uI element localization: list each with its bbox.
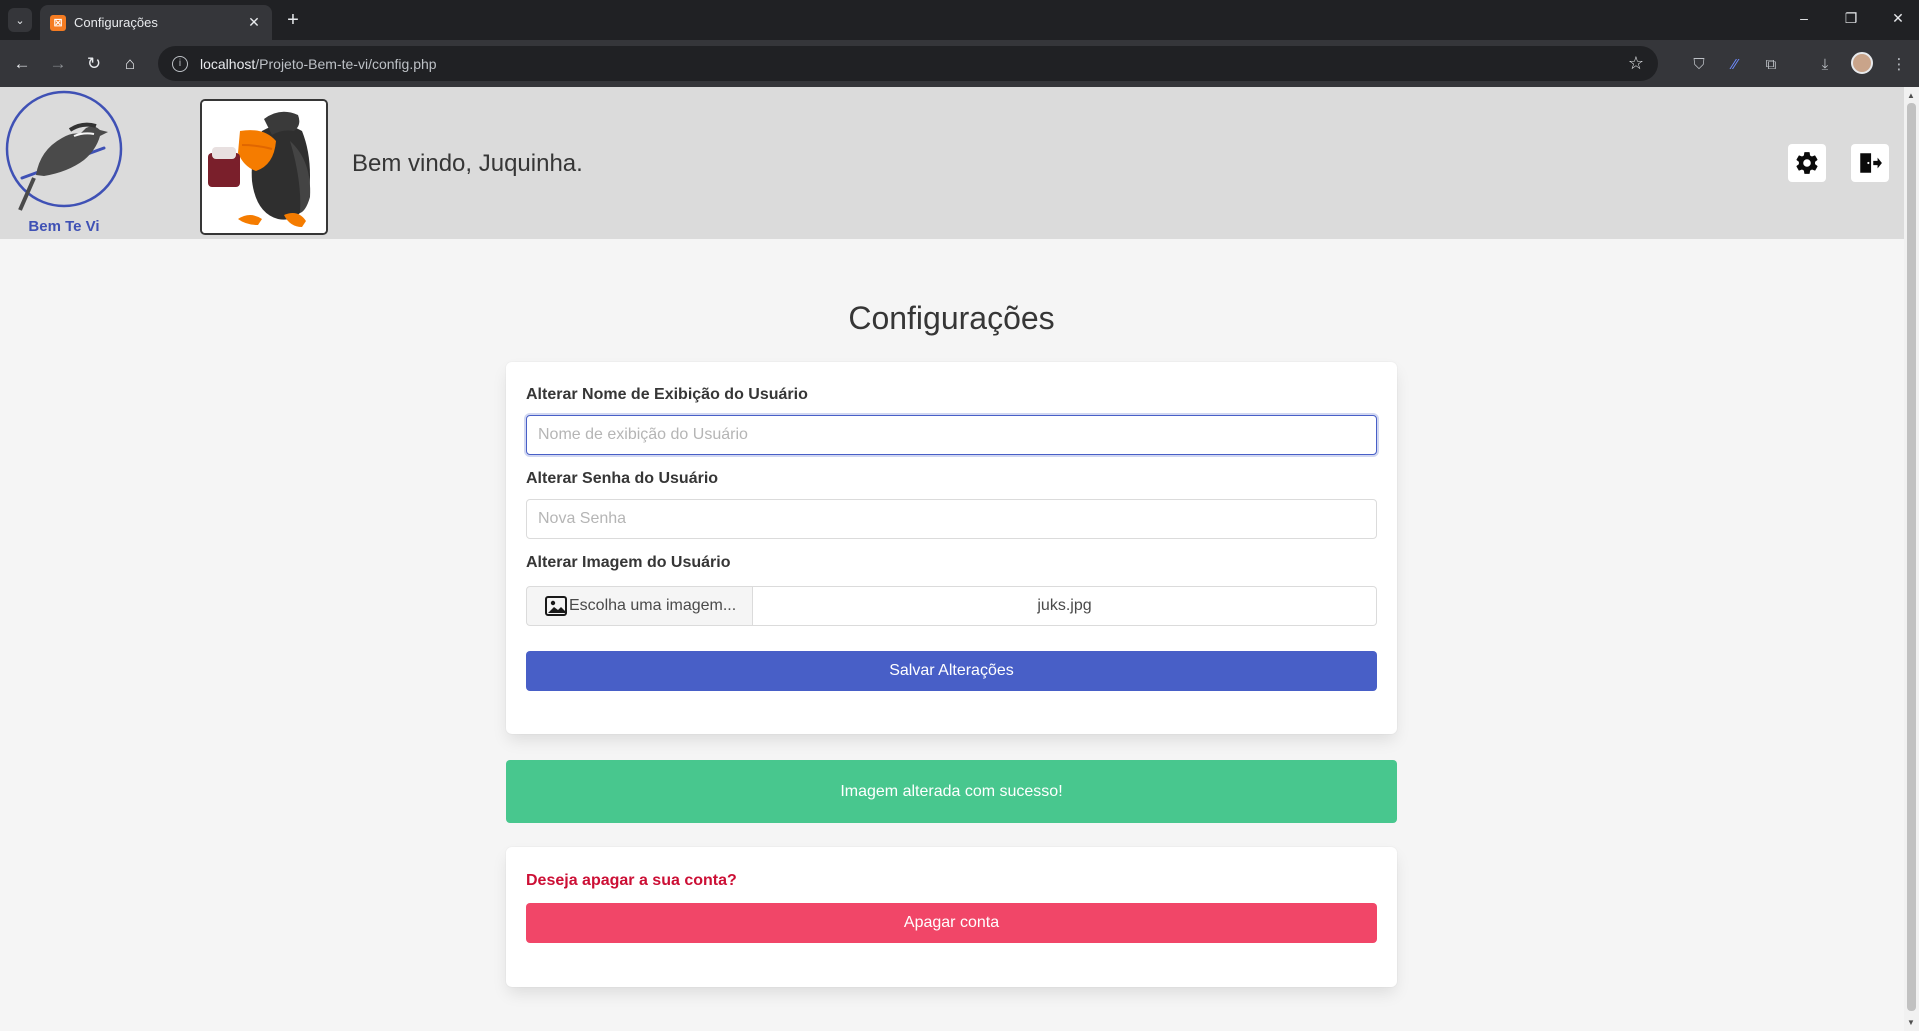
extensions-puzzle-icon[interactable]: ⧉ [1759,52,1783,76]
user-avatar[interactable] [200,99,328,235]
settings-form-card: Alterar Nome de Exibição do Usuário Alte… [506,362,1397,734]
url-host: localhost [200,55,256,72]
display-name-input[interactable] [526,415,1377,455]
welcome-message: Bem vindo, Juquinha. [352,150,583,177]
browser-tab-active[interactable]: ⊠ Configurações ✕ [40,5,272,40]
close-tab-icon[interactable]: ✕ [246,14,262,31]
logo-text: Bem Te Vi [28,218,99,235]
back-arrow-icon[interactable]: ← [10,52,34,76]
menu-kebab-icon[interactable]: ⋮ [1887,52,1911,76]
scroll-up-arrow-icon[interactable]: ▲ [1907,91,1915,100]
new-tab-plus-icon[interactable]: + [282,9,304,31]
image-upload-icon [545,596,567,616]
address-url: localhost/Projeto-Bem-te-vi/config.php [200,56,437,72]
site-info-icon[interactable]: i [172,55,188,72]
scroll-down-arrow-icon[interactable]: ▼ [1907,1018,1915,1027]
choose-image-label: Escolha uma imagem... [569,597,737,614]
restore-icon[interactable]: ❐ [1841,10,1861,27]
delete-account-button[interactable]: Apagar conta [526,903,1377,943]
page-scrollbar[interactable]: ▲ ▼ [1904,87,1919,1031]
settings-button[interactable] [1788,144,1826,182]
xampp-favicon-icon: ⊠ [50,14,66,31]
password-label: Alterar Senha do Usuário [526,470,719,487]
site-header: Bem Te Vi Bem vindo, Juquinha. [0,87,1904,239]
download-icon[interactable]: ⤓ [1813,52,1837,76]
shield-extension-icon[interactable]: ⛉ [1687,52,1711,76]
gear-icon [1796,152,1818,174]
bem-te-vi-logo[interactable]: Bem Te Vi [4,90,124,236]
delete-account-card: Deseja apagar a sua conta? Apagar conta [506,847,1397,987]
close-window-icon[interactable]: ✕ [1888,10,1908,27]
logout-button[interactable] [1851,144,1889,182]
address-bar[interactable]: i localhost/Projeto-Bem-te-vi/config.php… [158,46,1658,81]
browser-toolbar: ← → ↻ ⌂ i localhost/Projeto-Bem-te-vi/co… [0,40,1919,87]
browser-tabstrip: ⌄ ⊠ Configurações ✕ + – ❐ ✕ [0,0,1919,40]
tab-search-chevron-icon[interactable]: ⌄ [8,8,32,32]
display-name-label: Alterar Nome de Exibição do Usuário [526,386,808,403]
logout-door-icon [1860,153,1882,173]
new-password-input[interactable] [526,499,1377,539]
success-notification: Imagem alterada com sucesso! [506,760,1397,823]
profile-avatar[interactable] [1851,52,1873,74]
reload-icon[interactable]: ↻ [82,52,106,76]
page-title: Configurações [848,300,1055,336]
scroll-thumb[interactable] [1907,103,1916,1011]
bookmark-star-icon[interactable]: ☆ [1628,53,1644,74]
save-changes-button[interactable]: Salvar Alterações [526,651,1377,691]
url-path: /Projeto-Bem-te-vi/config.php [255,55,437,72]
ai-extension-icon[interactable]: ⁄⁄ [1723,52,1747,76]
choose-image-button[interactable]: Escolha uma imagem... [526,586,753,626]
minimize-icon[interactable]: – [1794,10,1814,26]
tab-title: Configurações [74,15,158,30]
user-avatar-image [202,101,326,233]
selected-file-name: juks.jpg [753,586,1377,626]
forward-arrow-icon[interactable]: → [46,52,70,76]
delete-account-question: Deseja apagar a sua conta? [526,872,737,889]
home-icon[interactable]: ⌂ [118,52,142,76]
image-label: Alterar Imagem do Usuário [526,554,731,571]
